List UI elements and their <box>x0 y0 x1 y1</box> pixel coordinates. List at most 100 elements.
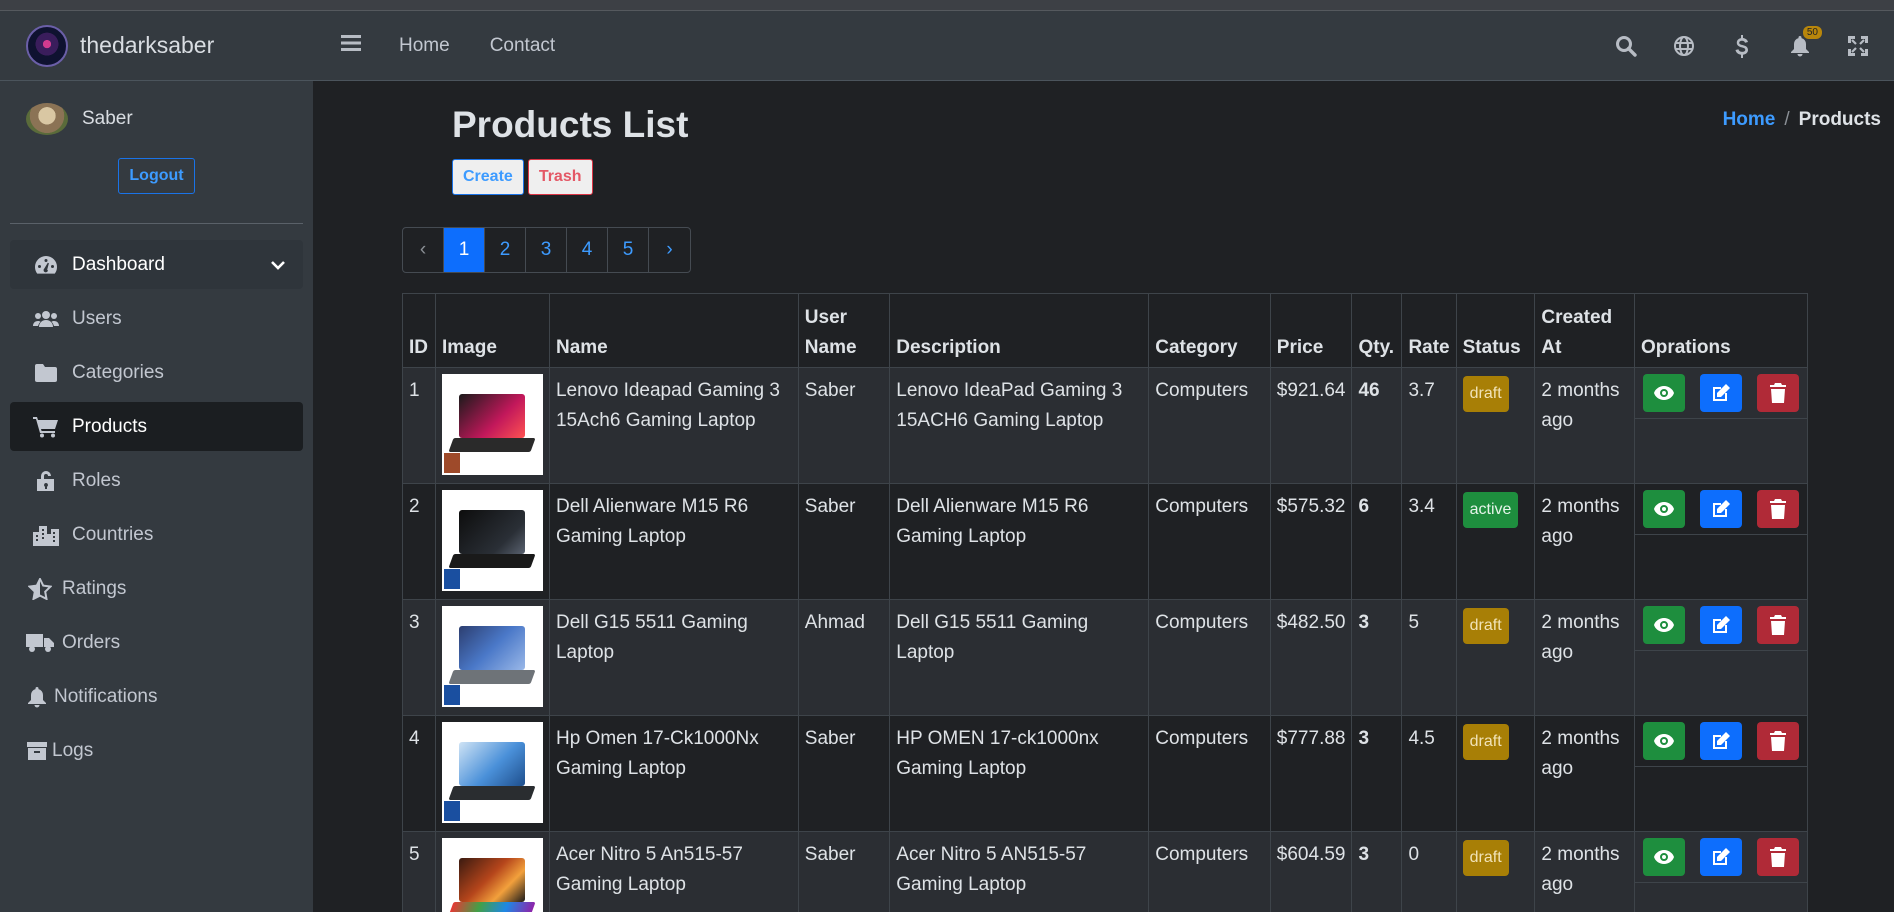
notification-count-badge: 50 <box>1802 25 1822 39</box>
user-name[interactable]: Saber <box>82 108 133 130</box>
chevron-down-icon <box>271 254 285 276</box>
cell-user: Saber <box>797 483 891 600</box>
globe-icon[interactable] <box>1670 32 1698 60</box>
pagination-page-5[interactable]: 5 <box>608 228 649 272</box>
cell-operations <box>1633 599 1809 716</box>
cell-image <box>434 483 550 600</box>
cell-category: Computers <box>1148 599 1271 716</box>
sidebar-item-notifications[interactable]: Notifications <box>10 672 303 721</box>
eye-icon <box>1653 386 1674 400</box>
users-icon <box>32 310 60 328</box>
cell-category: Computers <box>1148 483 1271 600</box>
sidebar-item-categories[interactable]: Categories <box>10 348 303 397</box>
pagination-page-4[interactable]: 4 <box>567 228 608 272</box>
fullscreen-icon[interactable] <box>1844 32 1872 60</box>
pagination-next[interactable]: › <box>649 228 690 272</box>
cell-category: Computers <box>1148 715 1271 832</box>
edit-button[interactable] <box>1699 606 1742 644</box>
header-nav: Home Contact <box>399 35 555 57</box>
cell-price: $777.88 <box>1269 715 1353 832</box>
table-row: 5 Acer Nitro 5 An515-57 Gaming Laptop Sa… <box>402 831 1809 912</box>
cell-id: 5 <box>402 831 436 912</box>
laptop-thumbnail <box>448 509 537 572</box>
view-button[interactable] <box>1642 722 1685 760</box>
menu-toggle-icon[interactable] <box>341 34 361 58</box>
product-image[interactable] <box>441 490 543 591</box>
nav-link-contact[interactable]: Contact <box>490 35 555 57</box>
cell-operations <box>1633 367 1809 484</box>
table-row: 4 Hp Omen 17-Ck1000Nx Gaming Laptop Sabe… <box>402 715 1809 832</box>
eye-icon <box>1653 618 1674 632</box>
sidebar-item-orders[interactable]: Orders <box>10 618 303 667</box>
brand-name: thedarksaber <box>80 32 215 58</box>
edit-button[interactable] <box>1699 490 1742 528</box>
product-image[interactable] <box>441 374 543 475</box>
product-image[interactable] <box>441 722 543 823</box>
trash-icon <box>1769 615 1786 635</box>
edit-button[interactable] <box>1699 838 1742 876</box>
sidebar-item-users[interactable]: Users <box>10 294 303 343</box>
search-icon[interactable] <box>1612 32 1640 60</box>
table-row: 1 Lenovo Ideapad Gaming 3 15Ach6 Gaming … <box>402 367 1809 484</box>
pagination-page-2[interactable]: 2 <box>485 228 526 272</box>
sidebar-item-logs[interactable]: Logs <box>10 726 303 775</box>
pagination-page-3[interactable]: 3 <box>526 228 567 272</box>
laptop-thumbnail <box>448 741 537 804</box>
logout-button[interactable]: Logout <box>118 158 195 194</box>
pagination-page-1[interactable]: 1 <box>444 228 485 272</box>
pagination-prev[interactable]: ‹ <box>403 228 444 272</box>
breadcrumb-home-link[interactable]: Home <box>1723 109 1776 130</box>
sidebar-item-roles[interactable]: Roles <box>10 456 303 505</box>
cell-qty: 3 <box>1351 599 1403 716</box>
table-row: 3 Dell G15 5511 Gaming Laptop Ahmad Dell… <box>402 599 1809 716</box>
sidebar-item-label: Categories <box>72 361 164 383</box>
view-button[interactable] <box>1642 374 1685 412</box>
cell-image <box>434 715 550 832</box>
cell-id: 3 <box>402 599 436 716</box>
edit-button[interactable] <box>1699 722 1742 760</box>
bell-icon[interactable]: 50 <box>1786 25 1822 60</box>
status-badge: draft <box>1462 608 1509 644</box>
sidebar-item-dashboard[interactable]: Dashboard <box>10 240 303 289</box>
column-header: Oprations <box>1633 293 1809 368</box>
bell-icon <box>26 686 48 708</box>
view-button[interactable] <box>1642 606 1685 644</box>
sidebar-item-label: Products <box>72 415 147 437</box>
cell-qty: 6 <box>1351 483 1403 600</box>
view-button[interactable] <box>1642 490 1685 528</box>
dollar-icon[interactable] <box>1728 32 1756 60</box>
sidebar-item-countries[interactable]: Countries <box>10 510 303 559</box>
brand-link[interactable]: thedarksaber <box>0 11 313 81</box>
column-header: ID <box>402 293 436 368</box>
delete-button[interactable] <box>1756 374 1799 412</box>
top-navbar: Home Contact 50 <box>313 11 1894 81</box>
column-header: User Name <box>797 293 891 368</box>
cell-status: draft <box>1455 367 1536 484</box>
column-header: Description <box>889 293 1150 368</box>
cell-price: $921.64 <box>1269 367 1353 484</box>
cell-qty: 3 <box>1351 831 1403 912</box>
nav-link-home[interactable]: Home <box>399 35 450 57</box>
delete-button[interactable] <box>1756 838 1799 876</box>
gauge-icon <box>32 255 60 275</box>
product-image[interactable] <box>441 838 543 912</box>
cell-rate: 0 <box>1401 831 1457 912</box>
sidebar-item-ratings[interactable]: Ratings <box>10 564 303 613</box>
header-actions: 50 <box>1612 25 1872 60</box>
cell-image <box>434 367 550 484</box>
delete-button[interactable] <box>1756 722 1799 760</box>
trash-button[interactable]: Trash <box>527 159 593 195</box>
cell-image <box>434 599 550 716</box>
delete-button[interactable] <box>1756 490 1799 528</box>
view-button[interactable] <box>1642 838 1685 876</box>
status-badge: active <box>1462 492 1519 528</box>
sidebar-item-products[interactable]: Products <box>10 402 303 451</box>
product-image[interactable] <box>441 606 543 707</box>
edit-icon <box>1712 384 1730 401</box>
delete-button[interactable] <box>1756 606 1799 644</box>
unlock-icon <box>32 469 60 493</box>
edit-button[interactable] <box>1699 374 1742 412</box>
create-button[interactable]: Create <box>452 159 524 195</box>
cell-category: Computers <box>1148 831 1271 912</box>
cell-qty: 46 <box>1351 367 1403 484</box>
